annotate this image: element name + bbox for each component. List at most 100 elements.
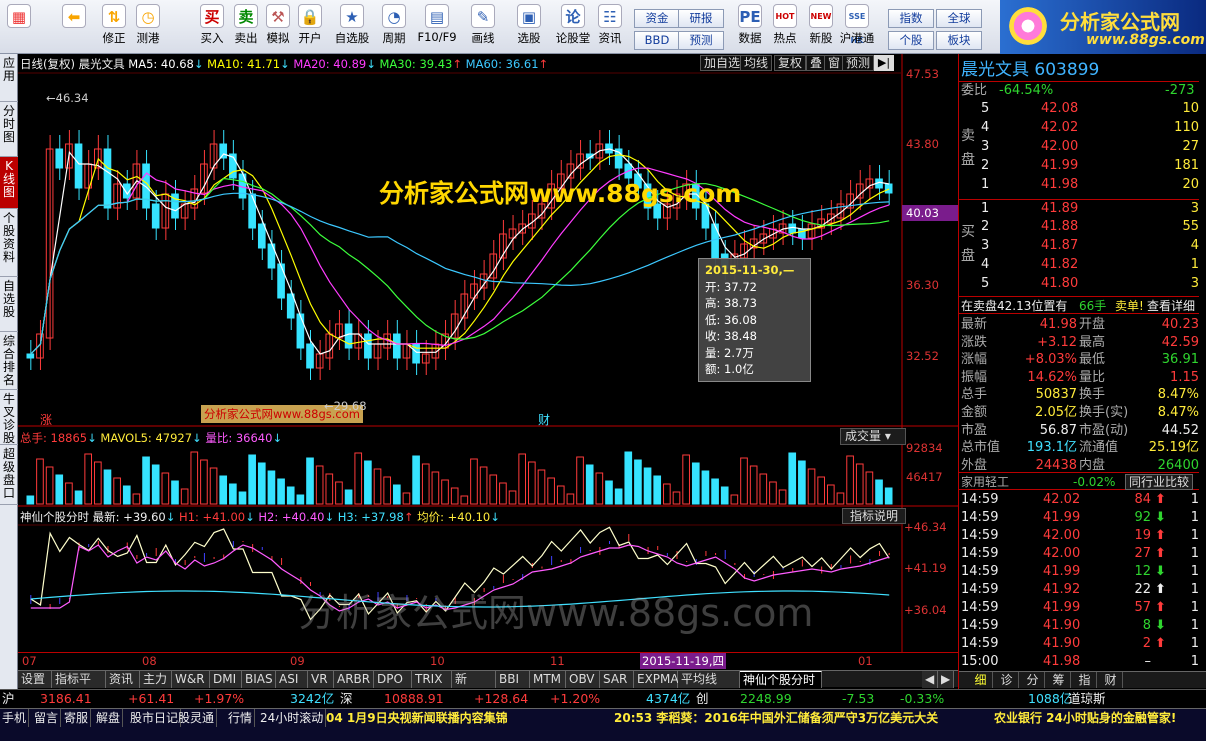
quote-tab-3[interactable]: 筹 [1047, 672, 1071, 688]
sell-level-row[interactable]: 4 42.02 110 [959, 119, 1199, 137]
indicator-tab-15[interactable]: OBV [566, 671, 600, 688]
status-item-5[interactable]: 股灵通 [176, 709, 218, 727]
chart-button-1[interactable]: 均线 [740, 55, 773, 71]
left-tab-5[interactable]: 综合排名 [0, 332, 18, 390]
volume-indicator-dropdown[interactable]: 成交量 ▾ [840, 428, 906, 445]
sell-level-row[interactable]: 1 41.98 20 [959, 176, 1199, 194]
indicator-tab-12[interactable]: 新DMA [452, 671, 496, 702]
toolbar-button-14[interactable]: ☷ 资讯 [594, 4, 626, 50]
toolbar-button-18[interactable]: SSE HK 沪港通 [838, 4, 876, 50]
indicator-tab-7[interactable]: ASI [276, 671, 308, 688]
left-tab-1[interactable]: 分时图 [0, 102, 18, 157]
total-volume-label: 总手: 18865 [20, 431, 88, 445]
chart-button-5[interactable]: 预测 [842, 55, 875, 71]
left-tab-6[interactable]: 牛叉诊股 [0, 390, 18, 445]
kline-panel[interactable]: 日线(复权) 晨光文具 MA5: 40.68↓ MA10: 41.71↓ MA2… [18, 54, 958, 669]
indicator-tab-11[interactable]: TRIX [412, 671, 452, 688]
sell-level-row[interactable]: 3 42.00 27 [959, 138, 1199, 156]
toolbar-button-8[interactable]: ★ 自选股 [330, 4, 374, 50]
toolbar-small-button-5[interactable]: 个股 [888, 31, 934, 50]
status-item-1[interactable]: 留言 [32, 709, 62, 727]
toolbar-small-button-0[interactable]: 资金 [634, 9, 680, 28]
toolbar-button-7[interactable]: 🔒 开户 [294, 4, 326, 50]
left-tab-7[interactable]: 超级盘口 [0, 445, 18, 505]
indicator-tab-1[interactable]: 指标平台 [52, 671, 106, 702]
alert-row[interactable]: 在卖盘42.13位置有 66手 卖单! 查看详细 [959, 296, 1199, 314]
toolbar-button-4[interactable]: 买买入 [196, 4, 228, 50]
toolbar-button-11[interactable]: ✎ 画线 [462, 4, 504, 50]
indicator-tab-8[interactable]: VR [308, 671, 334, 688]
indicator-tab-18[interactable]: 平均线ZZJ [678, 671, 740, 702]
indicator-tab-16[interactable]: SAR [600, 671, 634, 688]
status-item-3[interactable]: 解盘 [94, 709, 124, 727]
status-item-4[interactable]: 股市日记 [128, 709, 182, 727]
sell-level-row[interactable]: 2 41.99 181 [959, 157, 1199, 175]
toolbar-button-5[interactable]: 卖卖出 [230, 4, 262, 50]
left-tab-4[interactable]: 自选股 [0, 277, 18, 332]
indicator-tab-9[interactable]: ARBR [334, 671, 374, 688]
status-item-6[interactable]: 行情 [226, 709, 256, 727]
indicator-tab-0[interactable]: 设置 [18, 671, 52, 688]
indicator-tab-4[interactable]: W&R [172, 671, 210, 688]
industry-compare-button[interactable]: 同行业比较 [1125, 474, 1194, 490]
indicator-help-button[interactable]: 指标说明 [842, 508, 906, 524]
indicator-tab-5[interactable]: DMI [210, 671, 242, 688]
status-item-7[interactable]: 24小时滚动 [258, 709, 327, 727]
toolbar-button-10[interactable]: ▤ F10/F9 [414, 4, 460, 50]
chart-button-4[interactable]: 窗 [824, 55, 845, 71]
toolbar-small-button-1[interactable]: BBD [634, 31, 680, 50]
quote-tab-0[interactable]: 细 [969, 672, 993, 688]
toolbar-button-9[interactable]: ◔ 周期 [376, 4, 412, 50]
expand-arrow-icon[interactable]: ▶| [874, 55, 894, 71]
scroll-left-icon[interactable]: ◀ [922, 671, 938, 688]
toolbar-small-button-7[interactable]: 板块 [936, 31, 982, 50]
toolbar-button-17[interactable]: NEW 新股 [804, 4, 838, 50]
quote-tab-5[interactable]: 财 [1099, 672, 1123, 688]
indicator-tab-17[interactable]: EXPMA [634, 671, 679, 688]
toolbar-button-13[interactable]: 论论股堂 [552, 4, 594, 50]
chart-button-2[interactable]: 复权 [774, 55, 807, 71]
indicator-tab-10[interactable]: DPO [374, 671, 412, 688]
alert-detail-link[interactable]: 查看详细 [1147, 297, 1195, 315]
toolbar-button-16[interactable]: HOT 热点 [768, 4, 802, 50]
chart-button-0[interactable]: 加自选 [700, 55, 745, 71]
buy-level-row[interactable]: 2 41.88 55 [959, 218, 1199, 236]
toolbar-small-button-3[interactable]: 预测 [678, 31, 724, 50]
left-tab-2[interactable]: K线图 [0, 157, 18, 209]
indicator-tab-2[interactable]: 资讯 [106, 671, 140, 688]
toolbar-small-button-4[interactable]: 指数 [888, 9, 934, 28]
quote-tab-4[interactable]: 指 [1073, 672, 1097, 688]
indicator-tab-13[interactable]: BBI [496, 671, 530, 688]
toolbar-small-button-2[interactable]: 研报 [678, 9, 724, 28]
toolbar-small-button-6[interactable]: 全球 [936, 9, 982, 28]
chart-button-3[interactable]: 叠 [806, 55, 827, 71]
indicator-tab-14[interactable]: MTM [530, 671, 566, 688]
left-tab-0[interactable]: 应用 [0, 54, 18, 102]
toolbar-button-2[interactable]: ⇅ 修正 [98, 4, 130, 50]
toolbar-button-1[interactable]: ⬅ [56, 4, 92, 50]
buy-level-row[interactable]: 3 41.87 4 [959, 237, 1199, 255]
chart-canvas[interactable] [18, 54, 958, 670]
buy-level-row[interactable]: 5 41.80 3 [959, 275, 1199, 293]
news-item-3[interactable]: 农业银行 24小时贴身的金融管家! [994, 709, 1176, 727]
toolbar-button-0[interactable]: ▦ [4, 4, 34, 50]
quote-tab-2[interactable]: 分 [1021, 672, 1045, 688]
indicator-tab-19[interactable]: 神仙个股分时 [740, 671, 822, 688]
toolbar-button-3[interactable]: ◷ 测港 [132, 4, 164, 50]
indicator-tab-6[interactable]: BIAS [242, 671, 276, 688]
toolbar-button-12[interactable]: ▣ 选股 [508, 4, 550, 50]
quote-tab-1[interactable]: 诊 [995, 672, 1019, 688]
buy-level-row[interactable]: 4 41.82 1 [959, 256, 1199, 274]
toolbar-button-15[interactable]: PE 数据 [734, 4, 766, 50]
scroll-right-icon[interactable]: ▶ [938, 671, 954, 688]
status-item-0[interactable]: 手机 [0, 709, 30, 727]
left-tab-3[interactable]: 个股资料 [0, 209, 18, 277]
status-item-2[interactable]: 寄服 [62, 709, 92, 727]
buy-level-row[interactable]: 1 41.89 3 [959, 199, 1199, 217]
indicator-tab-3[interactable]: 主力 [140, 671, 172, 688]
news-item-1[interactable]: 04 1月9日央视新闻联播内容集锦 [326, 709, 508, 727]
tick-row: 14:59 41.90 2 ⬆ 1 [959, 635, 1199, 653]
news-item-2[interactable]: 20:53 李稻葵：2016年中国外汇储备须严守3万亿美元大关 [614, 709, 938, 727]
sell-level-row[interactable]: 5 42.08 10 [959, 100, 1199, 118]
toolbar-button-6[interactable]: ⚒ 模拟 [262, 4, 294, 50]
